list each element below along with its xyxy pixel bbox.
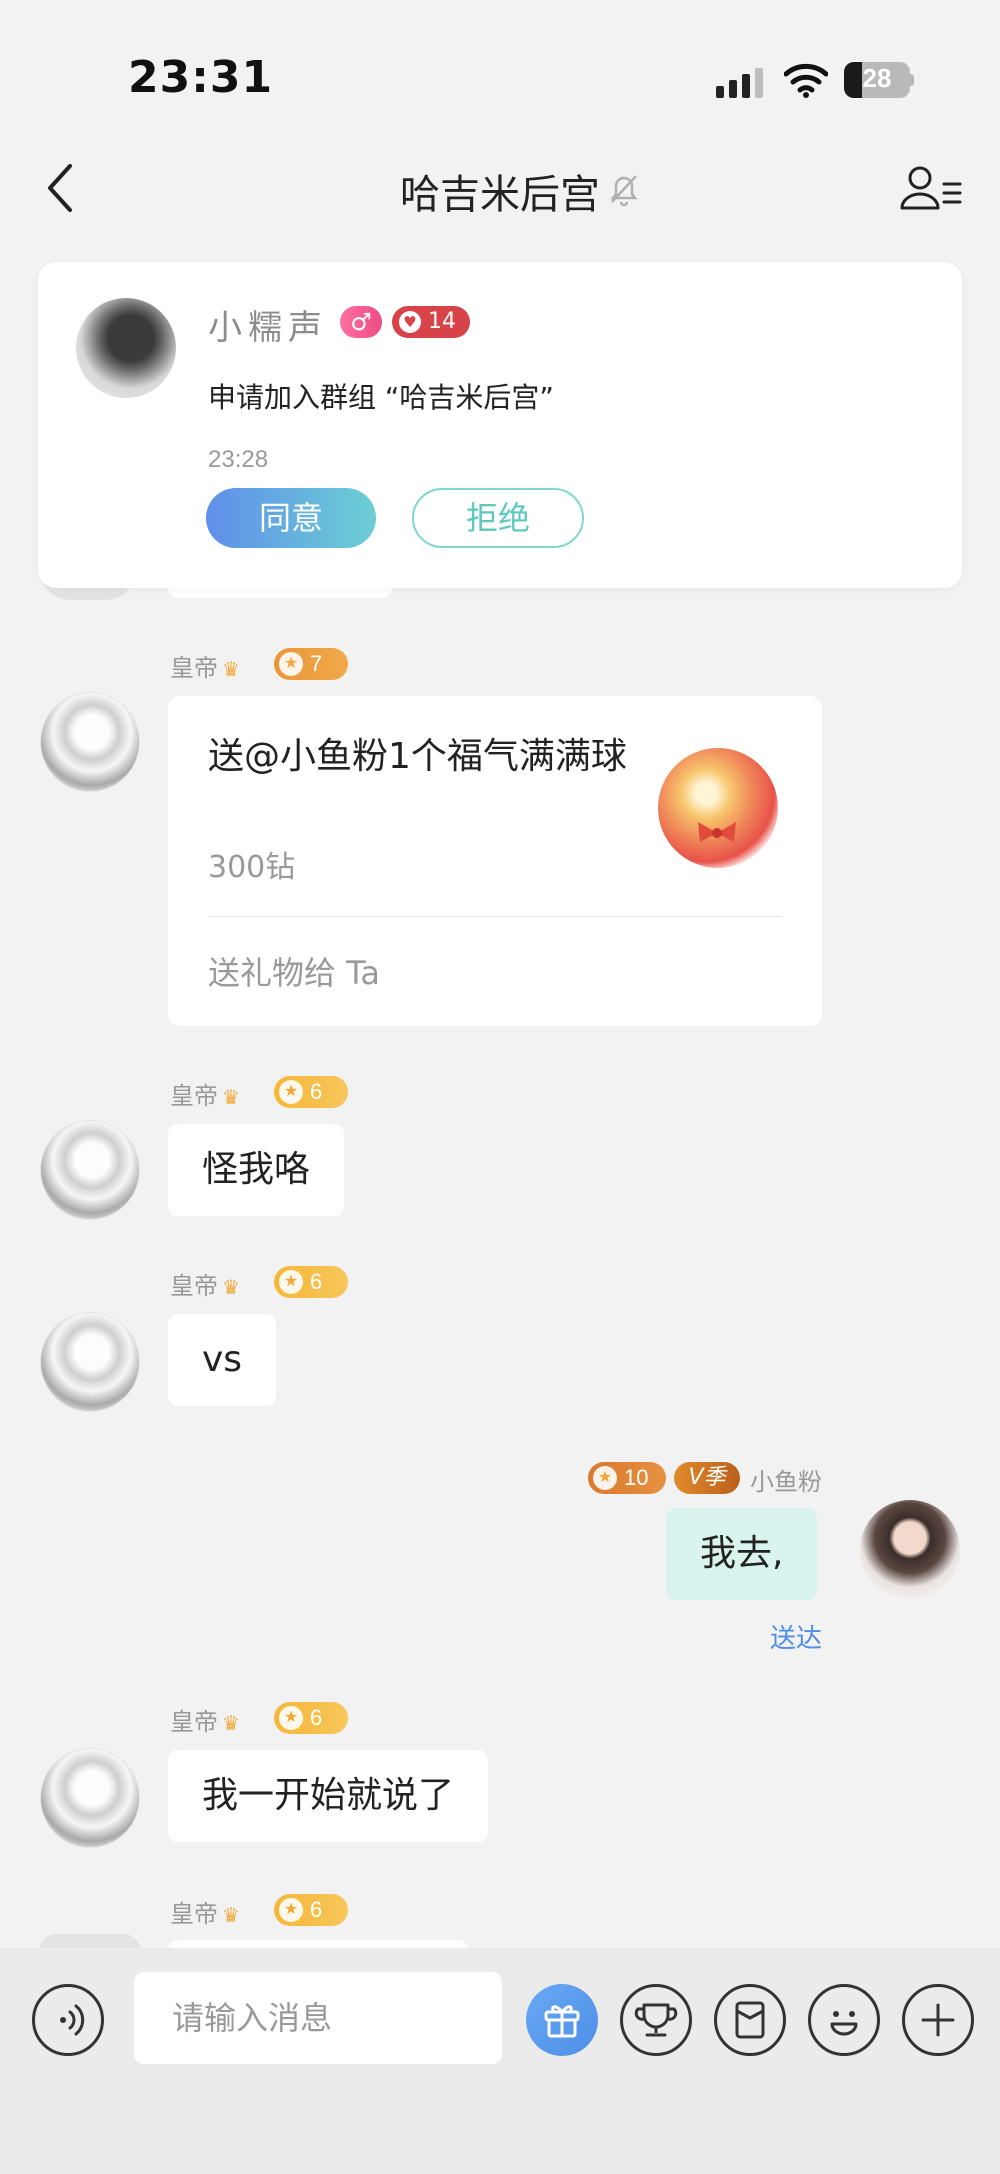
emoji-button[interactable] <box>808 1984 880 2056</box>
sender-name-text: 皇帝 <box>170 1708 218 1736</box>
avatar[interactable] <box>40 1120 140 1220</box>
agree-button[interactable]: 同意 <box>206 488 376 548</box>
gift-price: 300钻 <box>208 850 296 885</box>
sender-name: 皇帝 ♛ <box>170 1702 240 1737</box>
level-badge: ★ 6 <box>274 1076 348 1108</box>
red-envelope-icon <box>735 2001 765 2039</box>
gift-ball-image <box>658 748 778 868</box>
crown-icon: ♛ <box>222 1903 240 1927</box>
level-value: 6 <box>310 1079 323 1104</box>
send-gift-link[interactable]: 送礼物给 Ta <box>208 948 380 994</box>
cellular-signal-icon <box>716 68 763 98</box>
plus-button[interactable] <box>902 1984 974 2056</box>
bell-off-icon <box>610 175 638 206</box>
join-request-time: 23:28 <box>208 446 269 473</box>
level-badge: ★ 6 <box>274 1702 348 1734</box>
level-value: 7 <box>310 651 323 676</box>
crown-icon: ♛ <box>222 657 240 681</box>
message-bubble[interactable]: 我去, <box>666 1508 818 1600</box>
level-value: 6 <box>310 1705 323 1730</box>
sender-name: 皇帝 ♛ <box>170 648 240 683</box>
message-bubble[interactable]: 怪我咯 <box>168 1124 345 1216</box>
gender-badge: ♂ <box>340 306 382 338</box>
sender-name-text: 皇帝 <box>170 1900 218 1928</box>
star-icon: ★ <box>279 1270 303 1294</box>
avatar[interactable] <box>76 298 176 398</box>
voice-button[interactable] <box>32 1984 104 2056</box>
message-input[interactable]: 请输入消息 <box>134 1972 502 2064</box>
gift-icon <box>544 2005 580 2038</box>
message-bubble[interactable]: vs <box>168 1314 277 1406</box>
message-bubble[interactable]: 我一开始就说了 <box>168 1750 489 1842</box>
sender-name: 小鱼粉 <box>750 1468 822 1496</box>
gift-bow-icon <box>698 822 736 842</box>
star-icon: ★ <box>279 1080 303 1104</box>
sender-name-text: 皇帝 <box>170 1272 218 1300</box>
gift-button[interactable] <box>526 1984 598 2056</box>
trophy-button[interactable] <box>620 1984 692 2056</box>
avatar[interactable] <box>860 1500 960 1600</box>
sender-name-text: 皇帝 <box>170 654 218 682</box>
level-badge: ★ 6 <box>274 1266 348 1298</box>
wifi-icon <box>784 63 828 98</box>
avatar[interactable] <box>40 1312 140 1412</box>
heart-level-badge: ♥ 14 <box>392 306 470 338</box>
trophy-icon <box>634 2003 678 2037</box>
star-icon: ★ <box>593 1466 617 1490</box>
avatar[interactable] <box>40 1748 140 1848</box>
battery-indicator: 28 <box>844 62 910 98</box>
star-icon: ★ <box>279 652 303 676</box>
battery-level: 28 <box>862 63 892 93</box>
divider <box>208 916 782 917</box>
battery-tip <box>910 74 914 86</box>
sender-name: 皇帝 ♛ <box>170 1076 240 1111</box>
level-badge: ★ 10 <box>588 1462 666 1494</box>
emoji-icon <box>830 2011 858 2036</box>
level-value: 6 <box>310 1269 323 1294</box>
level-badge: ★ 7 <box>274 648 348 680</box>
requester-name: 小糯声 <box>208 308 328 348</box>
sender-name: 皇帝 ♛ <box>170 1894 240 1929</box>
plus-icon <box>921 2003 955 2037</box>
star-icon: ★ <box>279 1898 303 1922</box>
level-badge: ★ 6 <box>274 1894 348 1926</box>
delivery-status: 送达 <box>770 1624 823 1654</box>
sender-name: 皇帝 ♛ <box>170 1266 240 1301</box>
avatar[interactable] <box>40 692 140 792</box>
crown-icon: ♛ <box>222 1085 240 1109</box>
group-members-icon[interactable] <box>900 164 962 214</box>
reject-button[interactable]: 拒绝 <box>412 488 584 548</box>
voice-icon <box>60 2004 85 2036</box>
status-time: 23:31 <box>128 52 274 103</box>
join-request-text: 申请加入群组 “哈吉米后宫” <box>208 381 554 414</box>
sender-name-text: 皇帝 <box>170 1082 218 1110</box>
heart-icon: ♥ <box>399 311 421 333</box>
vip-badge: V季 <box>674 1462 740 1494</box>
level-value: 10 <box>624 1465 649 1490</box>
red-envelope-button[interactable] <box>714 1984 786 2056</box>
star-icon: ★ <box>279 1706 303 1730</box>
crown-icon: ♛ <box>222 1711 240 1735</box>
level-value: 6 <box>310 1897 323 1922</box>
heart-level: 14 <box>428 309 456 334</box>
crown-icon: ♛ <box>222 1275 240 1299</box>
page-title: 哈吉米后宫 <box>400 172 600 218</box>
gift-text: 送@小鱼粉1个福气满满球 <box>208 736 627 777</box>
